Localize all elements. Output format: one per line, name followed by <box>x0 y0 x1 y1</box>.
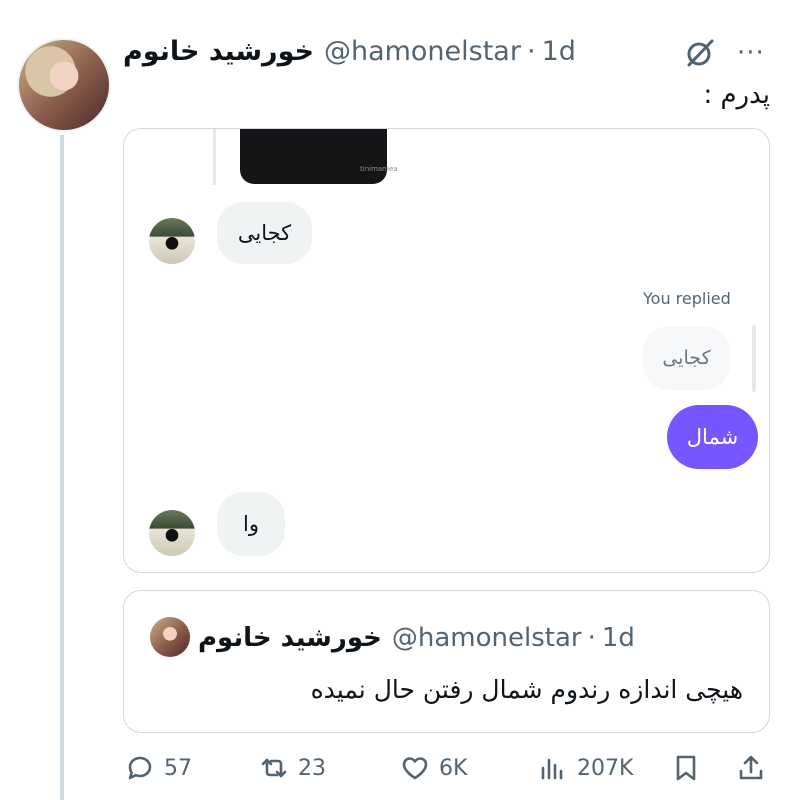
tweet-header: خورشید خانوم @hamonelstar · 1d <box>123 34 576 68</box>
dm-screenshot-media[interactable]: tinimamea کجایی You replied کجایی شمال و… <box>123 128 770 573</box>
quoted-handle: @hamonelstar <box>391 623 582 653</box>
view-count: 207K <box>577 755 634 781</box>
analytics-icon <box>541 758 563 780</box>
repost-count: 23 <box>298 755 326 781</box>
like-count: 6K <box>439 755 468 781</box>
quoted-display-name: خورشید خانوم <box>198 623 382 653</box>
shared-photo <box>240 129 387 184</box>
views-button[interactable]: 207K <box>537 748 633 788</box>
replied-to-text: کجایی <box>662 347 711 369</box>
quoted-tweet-text: هیچی اندازه رندوم شمال رفتن حال نمیده <box>310 675 743 704</box>
incoming-message-bubble: وا <box>217 492 285 556</box>
heart-icon <box>402 757 428 780</box>
outgoing-message-bubble: شمال <box>667 405 758 469</box>
share-button[interactable] <box>735 748 767 788</box>
sender-avatar <box>149 510 195 556</box>
separator-dot: · <box>587 623 596 653</box>
quoted-timestamp: 1d <box>601 623 635 653</box>
more-options-icon[interactable]: ··· <box>737 38 771 68</box>
author-avatar[interactable] <box>17 38 111 132</box>
incoming-message-text: وا <box>243 512 259 536</box>
bookmark-icon <box>676 755 696 781</box>
repost-button[interactable]: 23 <box>258 748 326 788</box>
photo-watermark: tinimamea <box>360 165 398 173</box>
replied-to-message: کجایی <box>643 326 730 390</box>
tweet-timestamp[interactable]: 1d <box>542 36 576 67</box>
reply-quote-bar <box>752 325 756 392</box>
grok-icon[interactable] <box>683 36 717 70</box>
reply-button[interactable]: 57 <box>124 748 192 788</box>
action-bar: 57 23 6K 207K <box>0 748 787 788</box>
tweet-text: پدرم : <box>703 80 770 110</box>
incoming-message-text: کجایی <box>237 221 292 245</box>
you-replied-label: You replied <box>643 289 731 308</box>
author-handle[interactable]: @hamonelstar <box>324 36 521 67</box>
quoted-tweet-header: خورشید خانوم @hamonelstar · 1d <box>198 621 635 655</box>
repost-icon <box>261 758 287 778</box>
like-button[interactable]: 6K <box>399 748 467 788</box>
quoted-tweet[interactable]: خورشید خانوم @hamonelstar · 1d هیچی اندا… <box>123 590 770 733</box>
thread-line <box>60 135 64 800</box>
incoming-message-bubble: کجایی <box>217 202 312 264</box>
quoted-author-avatar <box>150 617 190 657</box>
reply-count: 57 <box>164 755 192 781</box>
bookmark-button[interactable] <box>670 748 702 788</box>
outgoing-message-text: شمال <box>686 425 739 449</box>
author-display-name[interactable]: خورشید خانوم <box>123 36 314 67</box>
sender-avatar <box>149 218 195 264</box>
reply-indicator-bar <box>213 129 216 185</box>
share-icon <box>739 755 763 780</box>
reply-icon <box>128 756 152 780</box>
separator-dot: · <box>526 35 536 67</box>
